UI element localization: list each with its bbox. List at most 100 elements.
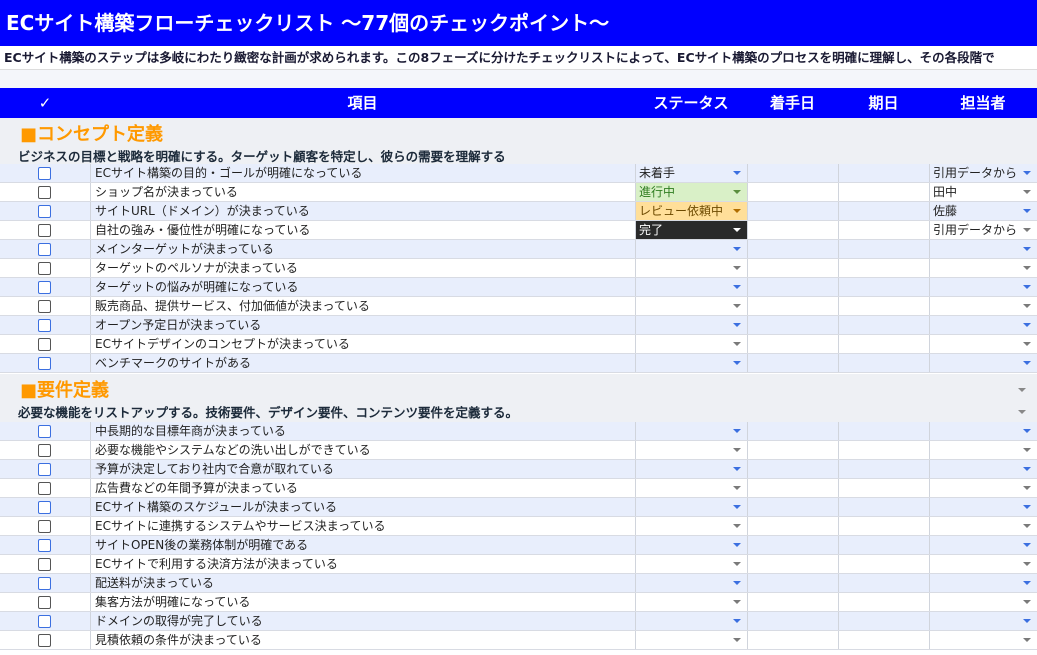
due-date-cell[interactable] [838, 441, 929, 459]
due-date-cell[interactable] [838, 278, 929, 296]
due-date-cell[interactable] [838, 297, 929, 315]
due-date-cell[interactable] [838, 259, 929, 277]
owner-dropdown[interactable]: 引用データから [929, 164, 1037, 182]
start-date-cell[interactable] [747, 593, 838, 611]
status-dropdown[interactable] [635, 278, 747, 296]
status-dropdown[interactable] [635, 259, 747, 277]
start-date-cell[interactable] [747, 183, 838, 201]
start-date-cell[interactable] [747, 422, 838, 440]
row-checkbox[interactable] [38, 186, 51, 199]
due-date-cell[interactable] [838, 202, 929, 220]
status-dropdown[interactable] [635, 316, 747, 334]
chevron-down-icon[interactable] [1018, 410, 1026, 414]
start-date-cell[interactable] [747, 221, 838, 239]
start-date-cell[interactable] [747, 316, 838, 334]
status-dropdown[interactable] [635, 536, 747, 554]
owner-dropdown[interactable] [929, 612, 1037, 630]
owner-dropdown[interactable] [929, 593, 1037, 611]
due-date-cell[interactable] [838, 498, 929, 516]
row-checkbox[interactable] [38, 243, 51, 256]
status-dropdown[interactable] [635, 422, 747, 440]
owner-dropdown[interactable] [929, 460, 1037, 478]
start-date-cell[interactable] [747, 441, 838, 459]
start-date-cell[interactable] [747, 612, 838, 630]
row-checkbox[interactable] [38, 482, 51, 495]
owner-dropdown[interactable] [929, 297, 1037, 315]
start-date-cell[interactable] [747, 202, 838, 220]
row-checkbox[interactable] [38, 539, 51, 552]
due-date-cell[interactable] [838, 164, 929, 182]
due-date-cell[interactable] [838, 479, 929, 497]
owner-dropdown[interactable] [929, 259, 1037, 277]
owner-dropdown[interactable] [929, 479, 1037, 497]
owner-dropdown[interactable] [929, 316, 1037, 334]
due-date-cell[interactable] [838, 612, 929, 630]
start-date-cell[interactable] [747, 498, 838, 516]
due-date-cell[interactable] [838, 536, 929, 554]
owner-dropdown[interactable] [929, 574, 1037, 592]
due-date-cell[interactable] [838, 183, 929, 201]
row-checkbox[interactable] [38, 319, 51, 332]
row-checkbox[interactable] [38, 205, 51, 218]
status-dropdown[interactable]: レビュー依頼中 [635, 202, 747, 220]
status-dropdown[interactable] [635, 240, 747, 258]
row-checkbox[interactable] [38, 281, 51, 294]
start-date-cell[interactable] [747, 555, 838, 573]
start-date-cell[interactable] [747, 297, 838, 315]
row-checkbox[interactable] [38, 425, 51, 438]
owner-dropdown[interactable] [929, 422, 1037, 440]
owner-dropdown[interactable] [929, 517, 1037, 535]
owner-dropdown[interactable] [929, 631, 1037, 649]
status-dropdown[interactable] [635, 335, 747, 353]
row-checkbox[interactable] [38, 262, 51, 275]
status-dropdown[interactable] [635, 498, 747, 516]
status-dropdown[interactable] [635, 441, 747, 459]
owner-dropdown[interactable] [929, 335, 1037, 353]
row-checkbox[interactable] [38, 167, 51, 180]
row-checkbox[interactable] [38, 501, 51, 514]
due-date-cell[interactable] [838, 517, 929, 535]
due-date-cell[interactable] [838, 460, 929, 478]
owner-dropdown[interactable] [929, 536, 1037, 554]
status-dropdown[interactable] [635, 593, 747, 611]
row-checkbox[interactable] [38, 224, 51, 237]
owner-dropdown[interactable] [929, 555, 1037, 573]
start-date-cell[interactable] [747, 278, 838, 296]
start-date-cell[interactable] [747, 631, 838, 649]
row-checkbox[interactable] [38, 338, 51, 351]
start-date-cell[interactable] [747, 517, 838, 535]
status-dropdown[interactable]: 進行中 [635, 183, 747, 201]
row-checkbox[interactable] [38, 558, 51, 571]
status-dropdown[interactable] [635, 631, 747, 649]
start-date-cell[interactable] [747, 460, 838, 478]
status-dropdown[interactable] [635, 354, 747, 372]
row-checkbox[interactable] [38, 444, 51, 457]
owner-dropdown[interactable] [929, 441, 1037, 459]
due-date-cell[interactable] [838, 335, 929, 353]
status-dropdown[interactable] [635, 612, 747, 630]
start-date-cell[interactable] [747, 354, 838, 372]
owner-dropdown[interactable] [929, 354, 1037, 372]
owner-dropdown[interactable]: 田中 [929, 183, 1037, 201]
start-date-cell[interactable] [747, 259, 838, 277]
row-checkbox[interactable] [38, 357, 51, 370]
row-checkbox[interactable] [38, 520, 51, 533]
due-date-cell[interactable] [838, 593, 929, 611]
start-date-cell[interactable] [747, 335, 838, 353]
start-date-cell[interactable] [747, 240, 838, 258]
status-dropdown[interactable]: 完了 [635, 221, 747, 239]
due-date-cell[interactable] [838, 555, 929, 573]
due-date-cell[interactable] [838, 316, 929, 334]
row-checkbox[interactable] [38, 615, 51, 628]
status-dropdown[interactable] [635, 517, 747, 535]
row-checkbox[interactable] [38, 634, 51, 647]
due-date-cell[interactable] [838, 354, 929, 372]
due-date-cell[interactable] [838, 422, 929, 440]
status-dropdown[interactable] [635, 460, 747, 478]
owner-dropdown[interactable]: 引用データから [929, 221, 1037, 239]
owner-dropdown[interactable]: 佐藤 [929, 202, 1037, 220]
row-checkbox[interactable] [38, 300, 51, 313]
due-date-cell[interactable] [838, 240, 929, 258]
owner-dropdown[interactable] [929, 278, 1037, 296]
due-date-cell[interactable] [838, 574, 929, 592]
